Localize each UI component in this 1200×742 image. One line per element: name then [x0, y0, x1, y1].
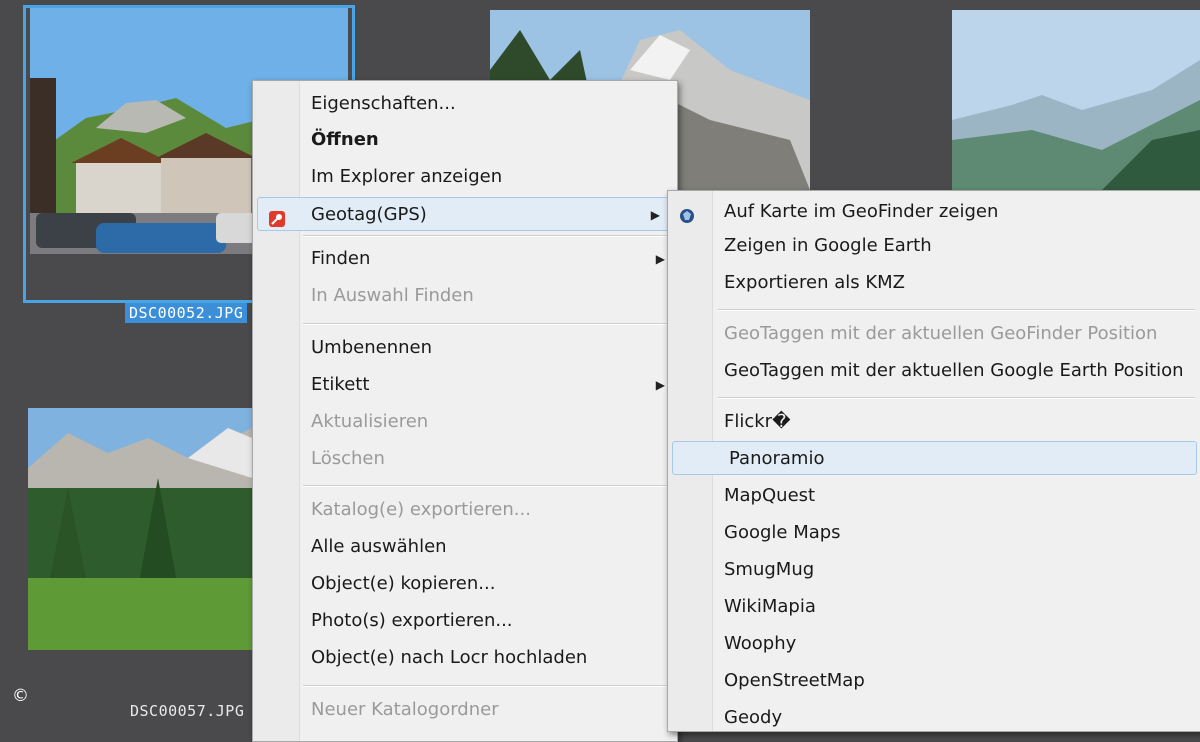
menu-item-label: Photo(s) exportieren...	[311, 610, 513, 631]
menu-item-label: Panoramio	[729, 448, 825, 469]
menu-item-label: Umbenennen	[311, 337, 432, 358]
menu-separator	[303, 235, 671, 237]
menu-item-label: GeoTaggen mit der aktuellen Google Earth…	[724, 360, 1184, 381]
menu-item-label: Geotag(GPS)	[311, 204, 427, 225]
thumbnail-caption: DSC00057.JPG	[130, 702, 245, 720]
submenu-item-geotag-geofinder: GeoTaggen mit der aktuellen GeoFinder Po…	[668, 317, 1200, 351]
menu-item-open[interactable]: Öffnen	[253, 123, 677, 157]
menu-item-label: Auf Karte im GeoFinder zeigen	[724, 201, 999, 222]
menu-separator	[303, 685, 671, 687]
menu-item-label: Google Maps	[724, 522, 841, 543]
submenu-item-geody[interactable]: Geody	[668, 701, 1200, 735]
menu-item-copy-objects[interactable]: Object(e) kopieren...	[253, 567, 677, 601]
menu-item-label: Eigenschaften...	[311, 93, 456, 114]
menu-item-label: Aktualisieren	[311, 411, 429, 432]
photo-thumbnail[interactable]	[952, 10, 1200, 190]
menu-item-label: SmugMug	[724, 559, 815, 580]
geotag-submenu: Auf Karte im GeoFinder zeigen Zeigen in …	[667, 190, 1200, 732]
submenu-arrow-icon: ▶	[655, 252, 665, 266]
menu-item-label: Alle auswählen	[311, 536, 447, 557]
submenu-item-export-kmz[interactable]: Exportieren als KMZ	[668, 266, 1200, 300]
menu-separator	[303, 323, 671, 325]
context-menu: Eigenschaften... Öffnen Im Explorer anze…	[252, 80, 678, 742]
menu-item-find-in-selection: In Auswahl Finden	[253, 279, 677, 313]
submenu-item-wikimapia[interactable]: WikiMapia	[668, 590, 1200, 624]
menu-item-label: Öffnen	[311, 129, 379, 150]
photo-meadow-image	[28, 408, 252, 650]
submenu-item-google-maps[interactable]: Google Maps	[668, 516, 1200, 550]
submenu-item-panoramio[interactable]: Panoramio	[672, 441, 1197, 475]
menu-item-refresh: Aktualisieren	[253, 405, 677, 439]
menu-item-label: Etikett	[311, 374, 370, 395]
menu-item-label: Neuer Katalogordner	[311, 699, 499, 720]
menu-item-export-catalog: Katalog(e) exportieren...	[253, 493, 677, 527]
thumbnail-caption: DSC00052.JPG	[125, 303, 248, 323]
menu-item-label: Geody	[724, 707, 783, 728]
menu-item-new-catalog-folder: Neuer Katalogordner	[253, 693, 677, 727]
menu-item-find[interactable]: Finden ▶	[253, 242, 677, 276]
photo-thumbnail[interactable]	[28, 408, 252, 650]
menu-separator	[718, 397, 1195, 399]
menu-item-label: Im Explorer anzeigen	[311, 166, 503, 187]
geofinder-icon	[678, 203, 696, 223]
submenu-arrow-icon: ▶	[650, 208, 660, 222]
photo-valley-image	[952, 10, 1200, 190]
menu-item-label: Exportieren als KMZ	[724, 272, 906, 293]
menu-item-select-all[interactable]: Alle auswählen	[253, 530, 677, 564]
menu-item-export-photos[interactable]: Photo(s) exportieren...	[253, 604, 677, 638]
menu-separator	[718, 309, 1195, 311]
menu-item-upload-locr[interactable]: Object(e) nach Locr hochladen	[253, 641, 677, 675]
menu-item-properties[interactable]: Eigenschaften...	[253, 87, 677, 121]
submenu-item-woophy[interactable]: Woophy	[668, 627, 1200, 661]
menu-item-label: Finden	[311, 248, 371, 269]
copyright-mark: ©	[12, 686, 29, 706]
menu-item-show-in-explorer[interactable]: Im Explorer anzeigen	[253, 160, 677, 194]
submenu-item-flickr[interactable]: Flickr�	[668, 405, 1200, 439]
submenu-item-openstreetmap[interactable]: OpenStreetMap	[668, 664, 1200, 698]
submenu-item-geotag-google-earth[interactable]: GeoTaggen mit der aktuellen Google Earth…	[668, 354, 1200, 388]
submenu-item-geofinder[interactable]: Auf Karte im GeoFinder zeigen	[668, 195, 1200, 229]
menu-item-delete: Löschen	[253, 442, 677, 476]
submenu-item-mapquest[interactable]: MapQuest	[668, 479, 1200, 513]
menu-item-label: GeoTaggen mit der aktuellen GeoFinder Po…	[724, 323, 1158, 344]
menu-item-label: OpenStreetMap	[724, 670, 865, 691]
geotag-icon	[268, 206, 286, 227]
menu-item-label: Object(e) kopieren...	[311, 573, 496, 594]
menu-item-label: Woophy	[724, 633, 797, 654]
menu-separator	[303, 485, 671, 487]
menu-item-label: Zeigen in Google Earth	[724, 235, 932, 256]
menu-item-rename[interactable]: Umbenennen	[253, 331, 677, 365]
menu-item-label: WikiMapia	[724, 596, 816, 617]
menu-item-label: Löschen	[311, 448, 385, 469]
menu-item-label: Object(e) nach Locr hochladen	[311, 647, 588, 668]
submenu-item-google-earth[interactable]: Zeigen in Google Earth	[668, 229, 1200, 263]
menu-item-label: Flickr�	[724, 411, 791, 432]
submenu-arrow-icon: ▶	[655, 378, 665, 392]
menu-item-label-tag[interactable]: Etikett ▶	[253, 368, 677, 402]
menu-item-label: Katalog(e) exportieren...	[311, 499, 531, 520]
menu-item-label: In Auswahl Finden	[311, 285, 474, 306]
menu-item-geotag[interactable]: Geotag(GPS) ▶	[257, 197, 673, 231]
submenu-item-smugmug[interactable]: SmugMug	[668, 553, 1200, 587]
menu-item-label: MapQuest	[724, 485, 816, 506]
